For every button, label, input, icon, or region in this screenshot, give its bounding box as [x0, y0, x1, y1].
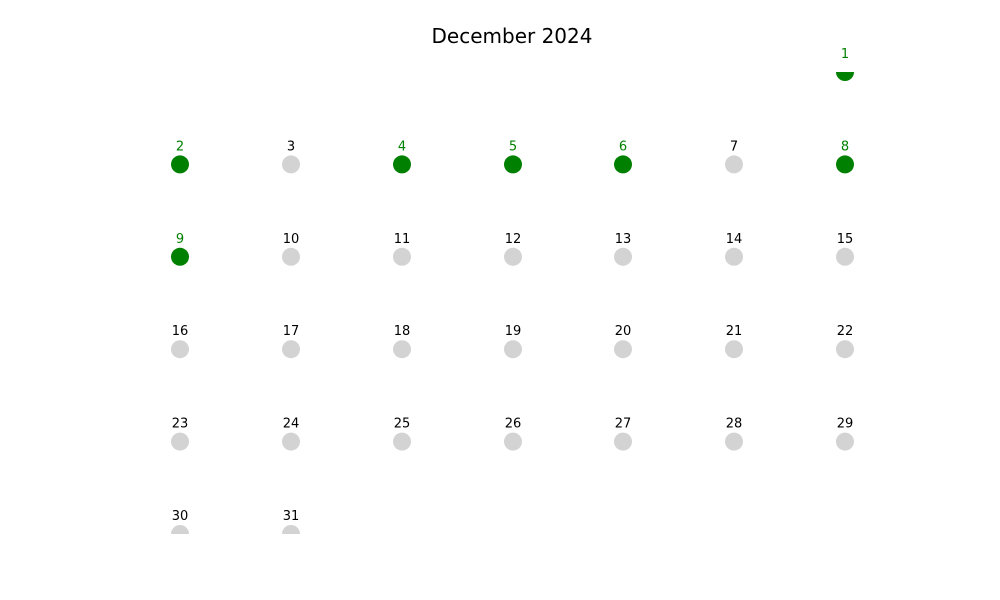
- day-marker-29: [836, 432, 854, 451]
- day-label-26: 26: [505, 417, 522, 432]
- day-label-17: 17: [283, 324, 300, 339]
- day-label-5: 5: [509, 139, 517, 154]
- calendar-grid: 12 3 4 5 6 7 89 10 11 12 13 14 1516 17 18 19 20 21 2223 24 2…: [171, 47, 854, 534]
- day-label-31: 31: [283, 509, 300, 524]
- day-marker-26: [504, 432, 522, 451]
- day-marker-31: [282, 525, 300, 534]
- day-marker-24: [282, 432, 300, 451]
- day-marker-13: [614, 247, 632, 266]
- day-marker-20: [614, 340, 632, 359]
- day-label-16: 16: [172, 324, 189, 339]
- day-marker-15: [836, 247, 854, 266]
- day-label-24: 24: [283, 417, 300, 432]
- day-marker-25: [393, 432, 411, 451]
- day-marker-1: [836, 72, 854, 81]
- day-marker-4: [393, 155, 411, 174]
- day-label-3: 3: [287, 139, 295, 154]
- day-marker-3: [282, 155, 300, 174]
- day-label-22: 22: [837, 324, 854, 339]
- day-marker-7: [725, 155, 743, 174]
- day-label-23: 23: [172, 417, 189, 432]
- day-labels: 12 3 4 5 6 7 89 10 11 12 13 14 1516 17 18 19 20 21 2223 24 2…: [172, 47, 854, 524]
- day-marker-19: [504, 340, 522, 359]
- day-marker-2: [171, 155, 189, 174]
- day-label-6: 6: [619, 139, 627, 154]
- day-label-10: 10: [283, 232, 300, 247]
- day-marker-14: [725, 247, 743, 266]
- day-label-30: 30: [172, 509, 189, 524]
- day-label-15: 15: [837, 232, 854, 247]
- day-marker-23: [171, 432, 189, 451]
- day-label-29: 29: [837, 417, 854, 432]
- day-marker-6: [614, 155, 632, 174]
- day-label-9: 9: [176, 232, 184, 247]
- day-marker-16: [171, 340, 189, 359]
- day-label-21: 21: [726, 324, 743, 339]
- day-marker-11: [393, 247, 411, 266]
- day-marker-21: [725, 340, 743, 359]
- day-label-20: 20: [615, 324, 632, 339]
- day-marker-5: [504, 155, 522, 174]
- day-marker-22: [836, 340, 854, 359]
- day-label-4: 4: [398, 139, 406, 154]
- day-marker-27: [614, 432, 632, 451]
- day-marker-10: [282, 247, 300, 266]
- day-label-11: 11: [394, 232, 411, 247]
- day-label-27: 27: [615, 417, 632, 432]
- day-marker-17: [282, 340, 300, 359]
- day-label-2: 2: [176, 139, 184, 154]
- day-marker-28: [725, 432, 743, 451]
- day-marker-18: [393, 340, 411, 359]
- day-label-8: 8: [841, 139, 849, 154]
- day-label-14: 14: [726, 232, 743, 247]
- day-marker-30: [171, 525, 189, 534]
- day-marker-9: [171, 247, 189, 266]
- day-marker-8: [836, 155, 854, 174]
- day-label-12: 12: [505, 232, 522, 247]
- day-label-7: 7: [730, 139, 738, 154]
- day-label-19: 19: [505, 324, 522, 339]
- day-marker-12: [504, 247, 522, 266]
- day-label-18: 18: [394, 324, 411, 339]
- calendar-plot: 1 2 3 4 5 6 7 8 9 10 11 12 13 14 15 16 17 18 19 20 21 22 23 24 2…: [0, 0, 1000, 600]
- day-label-28: 28: [726, 417, 743, 432]
- day-markers: [171, 72, 854, 534]
- day-label-1: 1: [841, 47, 849, 62]
- day-label-13: 13: [615, 232, 632, 247]
- day-label-25: 25: [394, 417, 411, 432]
